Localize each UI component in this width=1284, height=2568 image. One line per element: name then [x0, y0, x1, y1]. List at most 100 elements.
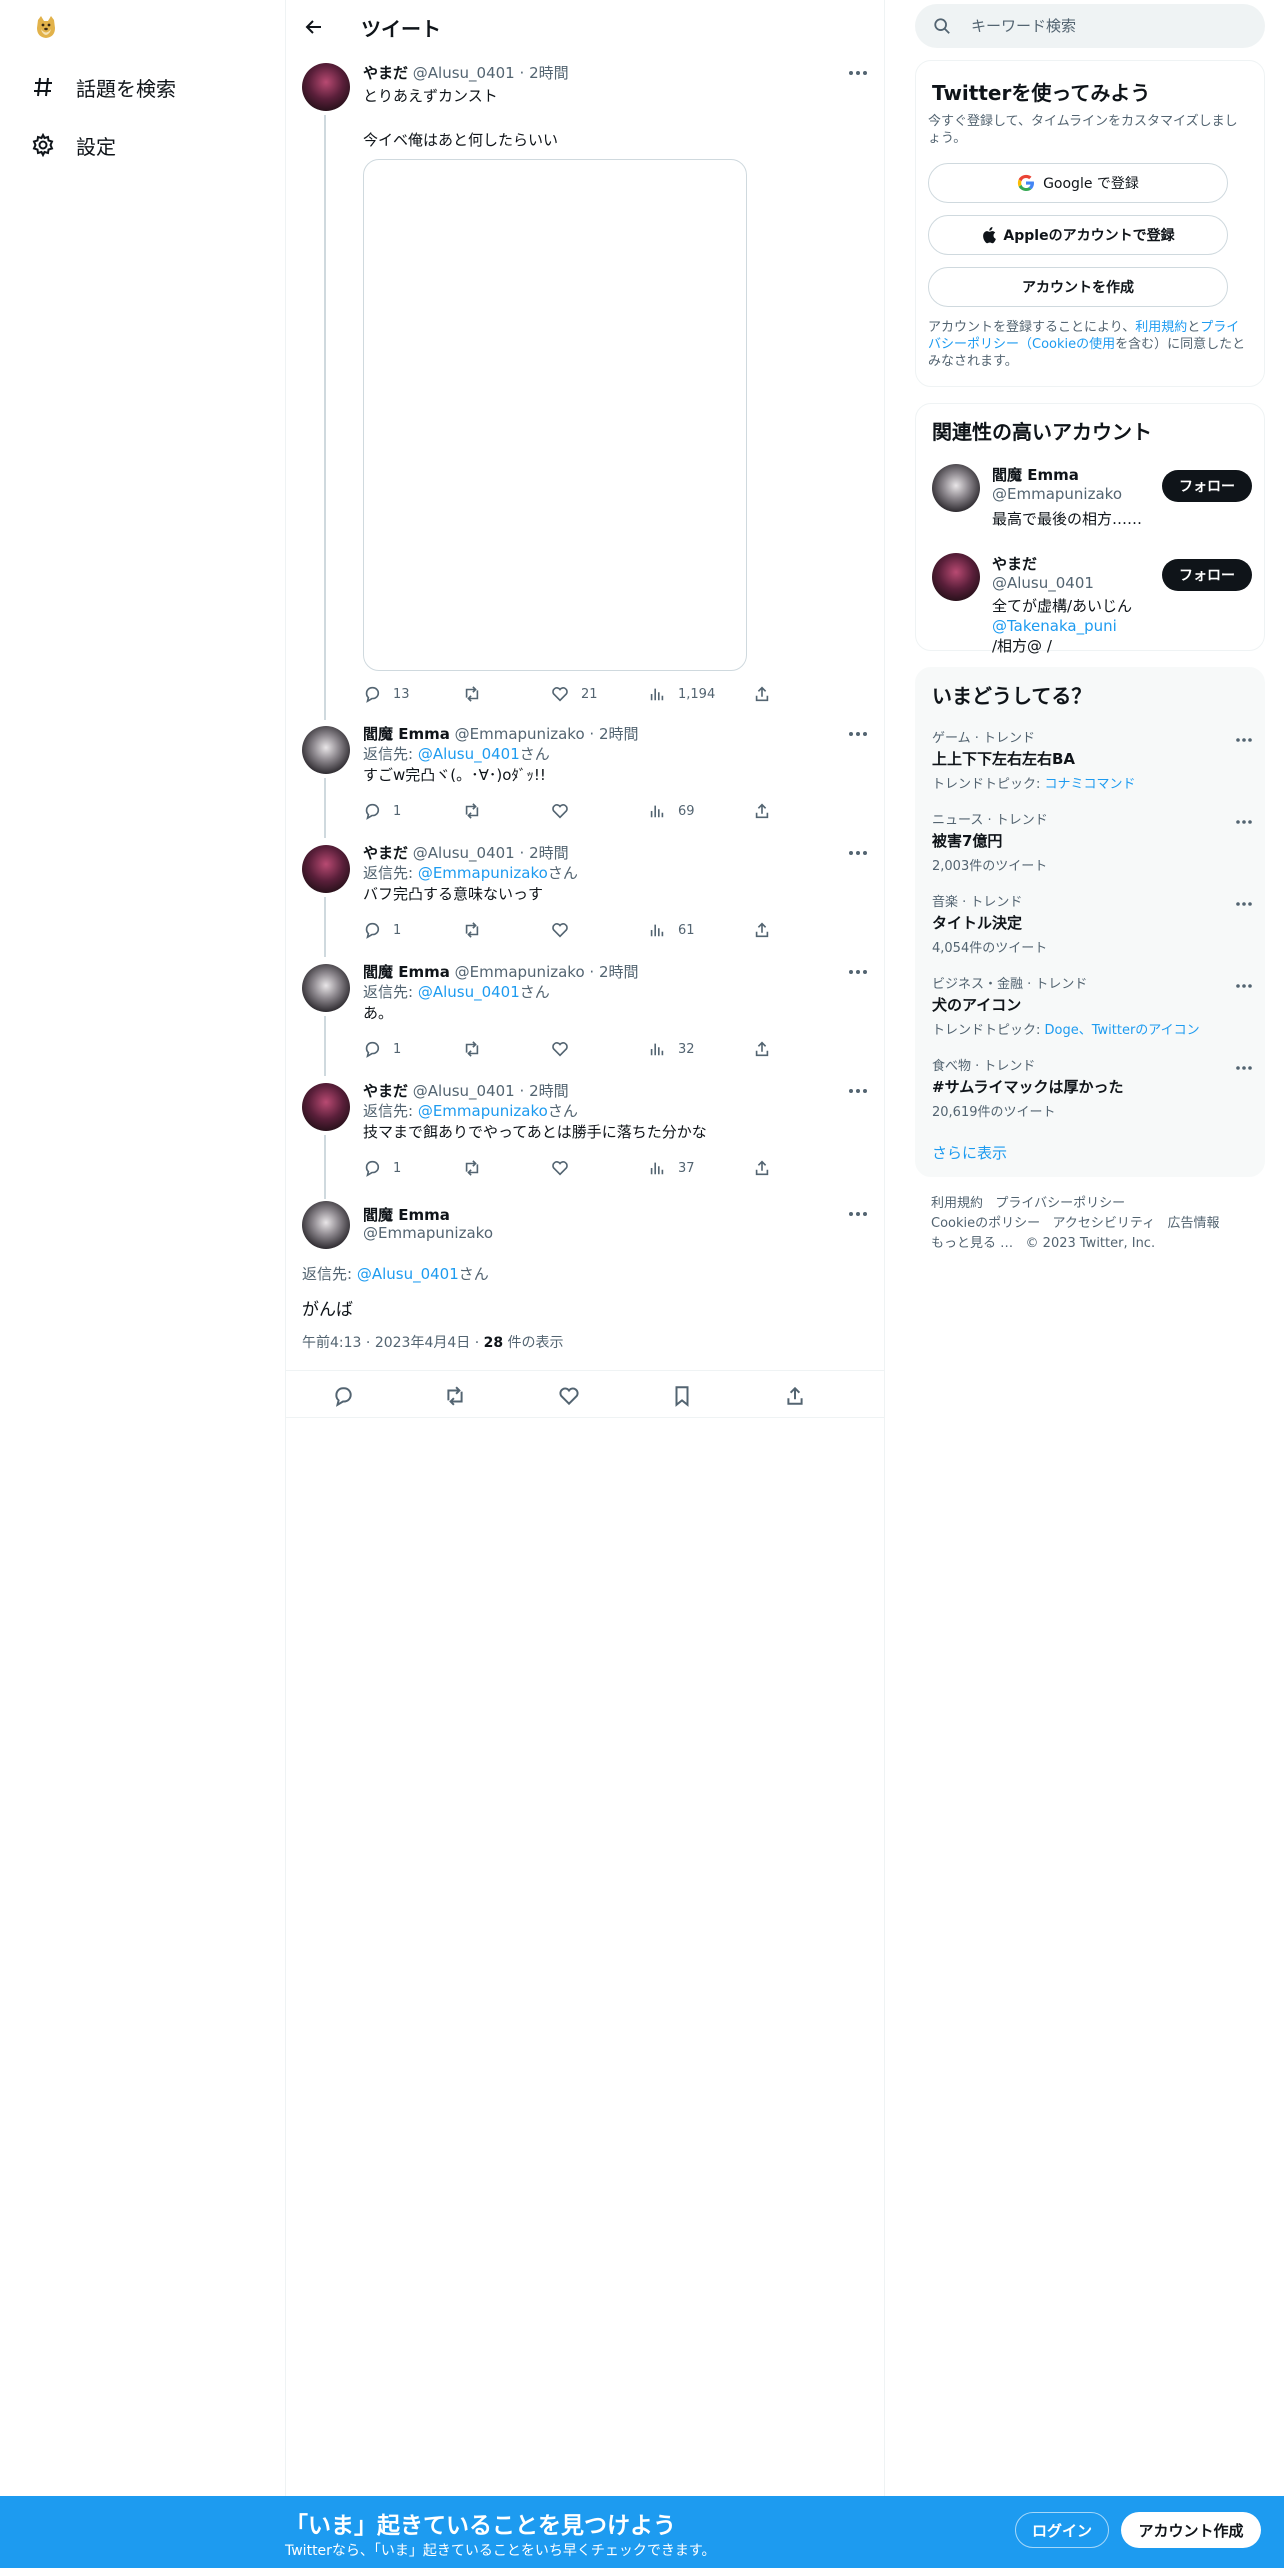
tweet-author-handle[interactable]: @Alusu_0401 — [413, 844, 515, 862]
tweet-author-handle[interactable]: @Alusu_0401 — [413, 64, 515, 82]
tweet-author-name[interactable]: 閻魔 Emma — [363, 725, 450, 743]
follow-button[interactable]: フォロー — [1162, 470, 1252, 502]
trend-item[interactable]: ビジネス・金融 · トレンド 犬のアイコン トレンドトピック: Doge、Twi… — [932, 973, 1252, 1038]
thread-tweet[interactable]: 閻魔 Emma @Emmapunizako · 2時間 返信先: @Alusu_… — [286, 718, 884, 838]
reply-to-link[interactable]: @Alusu_0401 — [357, 1265, 459, 1283]
avatar[interactable] — [302, 845, 350, 893]
reply-icon[interactable] — [332, 1385, 354, 1407]
share-button[interactable] — [753, 684, 771, 704]
nav-item-settings[interactable]: 設定 — [30, 127, 116, 163]
reply-to-link[interactable]: @Emmapunizako — [418, 1102, 548, 1120]
footer-link[interactable]: 広告情報 — [1168, 1216, 1220, 1231]
tweet-author-handle[interactable]: @Emmapunizako — [363, 1224, 493, 1242]
footer-link[interactable]: アクセシビリティ — [1053, 1216, 1156, 1231]
tweet-time[interactable]: 2時間 — [529, 1082, 569, 1100]
more-options-icon[interactable] — [1236, 809, 1252, 828]
thread-tweet[interactable]: やまだ @Alusu_0401 · 2時間 返信先: @Emmapunizako… — [286, 1075, 884, 1199]
trend-item[interactable]: ゲーム · トレンド 上上下下左右左右BA トレンドトピック: コナミコマンド — [932, 727, 1252, 792]
share-button[interactable] — [753, 920, 771, 940]
reply-to-link[interactable]: @Alusu_0401 — [418, 745, 520, 763]
signup-button[interactable]: アカウント作成 — [1121, 2512, 1261, 2548]
login-button[interactable]: ログイン — [1015, 2512, 1109, 2548]
more-options-icon[interactable] — [848, 1204, 868, 1224]
views-button[interactable]: 32 — [648, 1039, 695, 1059]
avatar[interactable] — [302, 964, 350, 1012]
more-options-icon[interactable] — [1236, 727, 1252, 746]
bio-mention-link[interactable]: @Takenaka_puni — [992, 617, 1117, 635]
account-name[interactable]: やまだ — [992, 553, 1037, 574]
reply-button[interactable]: 13 — [363, 684, 410, 704]
tweet-author-name[interactable]: 閻魔 Emma — [363, 1204, 450, 1225]
tweet-time[interactable]: 2時間 — [529, 64, 569, 82]
like-button[interactable] — [551, 801, 569, 821]
follow-button[interactable]: フォロー — [1162, 559, 1252, 591]
reply-button[interactable]: 1 — [363, 920, 401, 940]
avatar[interactable] — [932, 464, 980, 512]
like-button[interactable] — [551, 1158, 569, 1178]
show-more-link[interactable]: さらに表示 — [932, 1142, 1007, 1163]
like-button[interactable] — [551, 1039, 569, 1059]
reply-to-link[interactable]: @Alusu_0401 — [418, 983, 520, 1001]
tweet-author-name[interactable]: やまだ — [363, 844, 408, 862]
heart-icon[interactable] — [558, 1385, 580, 1407]
avatar[interactable] — [302, 63, 350, 111]
search-bar[interactable] — [915, 4, 1265, 48]
thread-tweet[interactable]: 閻魔 Emma @Emmapunizako · 2時間 返信先: @Alusu_… — [286, 956, 884, 1076]
avatar[interactable] — [302, 1201, 350, 1249]
more-options-icon[interactable] — [848, 724, 868, 744]
bookmark-icon[interactable] — [671, 1385, 693, 1407]
trend-item[interactable]: ニュース · トレンド 被害7億円 2,003件のツイート — [932, 809, 1252, 874]
footer-link[interactable]: 利用規約 — [931, 1196, 983, 1211]
account-handle[interactable]: @Alusu_0401 — [992, 574, 1094, 592]
share-button[interactable] — [753, 801, 771, 821]
retweet-button[interactable] — [463, 1039, 481, 1059]
share-button[interactable] — [753, 1039, 771, 1059]
footer-link[interactable]: Cookieのポリシー — [931, 1216, 1040, 1231]
tweet-time[interactable]: 2時間 — [599, 725, 639, 743]
retweet-icon[interactable] — [444, 1385, 466, 1407]
views-button[interactable]: 61 — [648, 920, 695, 940]
more-options-icon[interactable] — [1236, 891, 1252, 910]
views-button[interactable]: 69 — [648, 801, 695, 821]
avatar[interactable] — [302, 726, 350, 774]
thread-tweet[interactable]: やまだ @Alusu_0401 · 2時間 返信先: @Emmapunizako… — [286, 837, 884, 957]
retweet-button[interactable] — [463, 1158, 481, 1178]
tweet-author-name[interactable]: 閻魔 Emma — [363, 963, 450, 981]
retweet-button[interactable] — [463, 684, 481, 704]
reply-to-link[interactable]: @Emmapunizako — [418, 864, 548, 882]
footer-link[interactable]: プライバシーポリシー — [995, 1196, 1125, 1211]
share-icon[interactable] — [784, 1385, 806, 1407]
views-button[interactable]: 37 — [648, 1158, 695, 1178]
trend-topic-link[interactable]: Doge、Twitterのアイコン — [1045, 1023, 1200, 1038]
nav-item-explore[interactable]: 話題を検索 — [30, 69, 176, 105]
account-name[interactable]: 閻魔 Emma — [992, 464, 1079, 485]
more-options-icon[interactable] — [1236, 1055, 1252, 1074]
more-options-icon[interactable] — [1236, 973, 1252, 992]
more-options-icon[interactable] — [848, 63, 868, 83]
tweet-date[interactable]: 2023年4月4日 — [375, 1335, 470, 1351]
avatar[interactable] — [302, 1083, 350, 1131]
tweet-author-handle[interactable]: @Emmapunizako — [455, 725, 585, 743]
create-account-button[interactable]: アカウントを作成 — [928, 267, 1228, 307]
avatar[interactable] — [932, 553, 980, 601]
reply-button[interactable]: 1 — [363, 801, 401, 821]
footer-more-link[interactable]: もっと見る … — [931, 1236, 1013, 1251]
trend-item[interactable]: 食べ物 · トレンド #サムライマックは厚かった 20,619件のツイート — [932, 1055, 1252, 1120]
reply-button[interactable]: 1 — [363, 1158, 401, 1178]
trend-item[interactable]: 音楽 · トレンド タイトル決定 4,054件のツイート — [932, 891, 1252, 956]
views-button[interactable]: 1,194 — [648, 684, 715, 704]
retweet-button[interactable] — [463, 801, 481, 821]
terms-link[interactable]: 利用規約 — [1135, 320, 1187, 335]
tweet-time[interactable]: 2時間 — [599, 963, 639, 981]
more-options-icon[interactable] — [848, 1081, 868, 1101]
trend-topic-link[interactable]: コナミコマンド — [1045, 777, 1136, 792]
tweet-author-name[interactable]: やまだ — [363, 64, 408, 82]
google-signup-button[interactable]: Google で登録 — [928, 163, 1228, 203]
back-arrow-icon[interactable] — [300, 13, 328, 41]
account-handle[interactable]: @Emmapunizako — [992, 485, 1122, 503]
thread-tweet[interactable]: やまだ @Alusu_0401 · 2時間 とりあえずカンスト 今イベ俺はあと何… — [286, 53, 884, 720]
search-input[interactable] — [971, 17, 1231, 35]
more-options-icon[interactable] — [848, 962, 868, 982]
retweet-button[interactable] — [463, 920, 481, 940]
share-button[interactable] — [753, 1158, 771, 1178]
